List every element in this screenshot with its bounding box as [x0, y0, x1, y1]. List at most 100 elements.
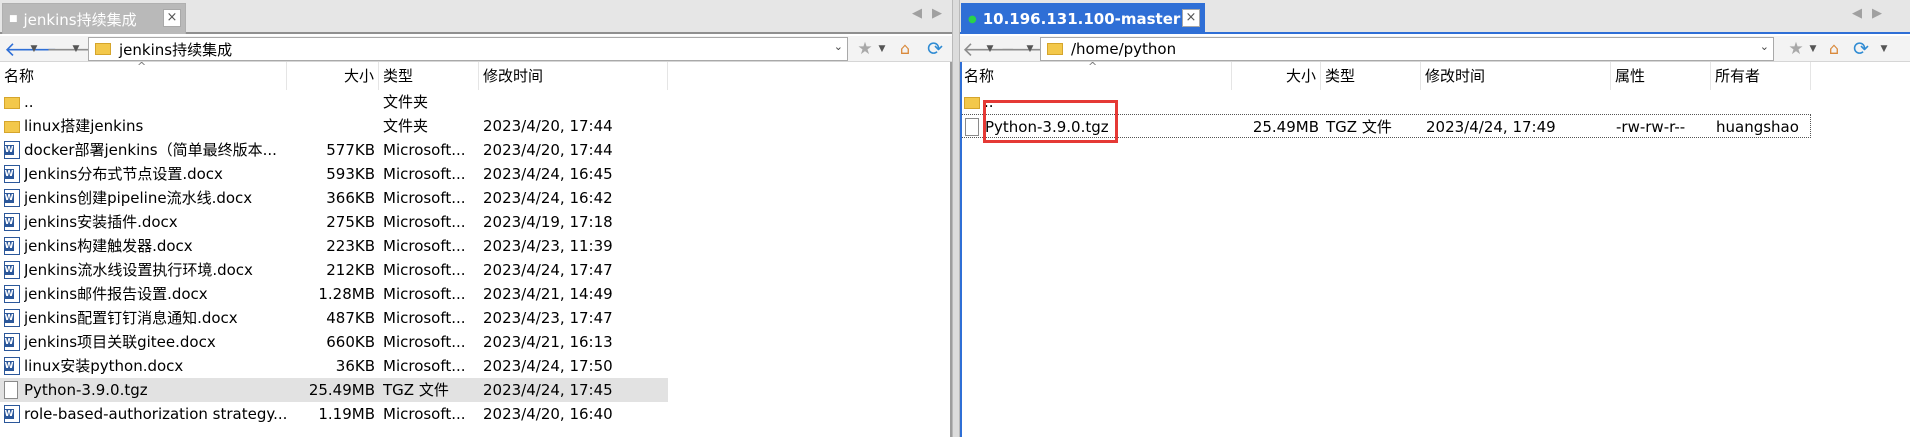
cell-mtime: 2023/4/24, 16:42	[483, 189, 613, 207]
cell-type: Microsoft...	[383, 141, 466, 159]
file-row[interactable]: jenkins构建触发器.docx 223KB Microsoft... 2023/4…	[0, 234, 668, 258]
file-row[interactable]: ..	[960, 90, 1811, 114]
star-icon[interactable]: ★	[1786, 37, 1806, 61]
file-row[interactable]: docker部署jenkins（简单最终版本... 577KB Microsoft.…	[0, 138, 668, 162]
column-header-name[interactable]: 名称	[960, 62, 1232, 90]
pane-splitter[interactable]	[952, 0, 960, 437]
close-icon[interactable]: ×	[163, 9, 181, 27]
chevron-down-icon[interactable]: ⌄	[1760, 40, 1769, 53]
cell-size: 366KB	[326, 189, 375, 207]
file-row[interactable]: linux安装python.docx 36KB Microsoft... 2023/4…	[0, 354, 668, 378]
cell-type: Microsoft...	[383, 189, 466, 207]
word-document-icon	[4, 309, 20, 327]
cell-mtime	[483, 90, 668, 114]
cell-size: 36KB	[335, 357, 375, 375]
cell-mtime: 2023/4/20, 16:40	[483, 405, 613, 423]
cell-mtime: 2023/4/23, 17:47	[483, 309, 613, 327]
cell-name: Python-3.9.0.tgz	[985, 118, 1109, 136]
back-history-dropdown-icon[interactable]: ▼	[28, 37, 40, 61]
tab-scroll-left-icon[interactable]: ◀	[912, 6, 922, 21]
cell-type: Microsoft...	[383, 261, 466, 279]
cell-name: jenkins安装插件.docx	[24, 213, 178, 231]
star-icon[interactable]: ★	[855, 37, 875, 61]
cell-size: 25.49MB	[1252, 118, 1319, 136]
file-row[interactable]: Python-3.9.0.tgz 25.49MB TGZ 文件 2023/4/24, …	[0, 378, 668, 402]
cell-size: 593KB	[326, 165, 375, 183]
file-row[interactable]: Jenkins流水线设置执行环境.docx 212KB Microsoft... 20…	[0, 258, 668, 282]
bookmark-dropdown-icon[interactable]: ▼	[876, 37, 888, 61]
refresh-icon[interactable]: ⟳	[1850, 37, 1872, 61]
connected-icon: ●	[968, 13, 977, 25]
column-header-size[interactable]: 大小	[1232, 62, 1321, 90]
file-row[interactable]: jenkins项目关联gitee.docx 660KB Microsoft... 20…	[0, 330, 668, 354]
cell-name: docker部署jenkins（简单最终版本...	[24, 141, 277, 159]
file-row[interactable]: jenkins安装插件.docx 275KB Microsoft... 2023/4/…	[0, 210, 668, 234]
cell-type: Microsoft...	[383, 333, 466, 351]
column-header-modified[interactable]: 修改时间	[479, 62, 668, 90]
word-document-icon	[4, 237, 20, 255]
cell-owner: huangshao	[1716, 118, 1799, 136]
file-row[interactable]: Jenkins分布式节点设置.docx 593KB Microsoft... 2023…	[0, 162, 668, 186]
cell-attr: -rw-rw-r--	[1616, 118, 1686, 136]
cell-type: TGZ 文件	[383, 381, 449, 399]
column-header-type[interactable]: 类型	[1321, 62, 1421, 90]
toolbar-more-dropdown-icon[interactable]: ▼	[1878, 37, 1890, 61]
column-header-size[interactable]: 大小	[287, 62, 379, 90]
tab-remote-session[interactable]: ● 10.196.131.100-master ×	[961, 3, 1205, 34]
refresh-icon[interactable]: ⟳	[924, 37, 946, 61]
file-row[interactable]: jenkins配置钉钉消息通知.docx 487KB Microsoft... 202…	[0, 306, 668, 330]
cell-type: Microsoft...	[383, 237, 466, 255]
cell-type: 文件夹	[383, 117, 429, 135]
column-header-name[interactable]: 名称	[0, 62, 287, 90]
file-row[interactable]: jenkins创建pipeline流水线.docx 366KB Microsoft.…	[0, 186, 668, 210]
bookmark-dropdown-icon[interactable]: ▼	[1807, 37, 1819, 61]
column-header-type[interactable]: 类型	[379, 62, 479, 90]
back-arrow-icon[interactable]: 🡐	[962, 37, 1016, 61]
chevron-down-icon[interactable]: ⌄	[834, 40, 843, 53]
forward-arrow-icon[interactable]: 🡒	[46, 37, 100, 61]
cell-type: 文件夹	[383, 93, 429, 111]
tab-scroll-right-icon[interactable]: ▶	[932, 6, 942, 21]
column-header-owner[interactable]: 所有者	[1711, 62, 1811, 90]
path-text: jenkins持续集成	[119, 40, 233, 59]
tab-local-folder[interactable]: ■ jenkins持续集成 ×	[2, 3, 186, 34]
word-document-icon	[4, 213, 20, 231]
word-document-icon	[4, 189, 20, 207]
back-arrow-icon[interactable]: 🡐	[4, 37, 58, 61]
cell-size	[287, 114, 375, 138]
tab-scroll-left-icon[interactable]: ◀	[1852, 6, 1862, 21]
cell-mtime: 2023/4/24, 17:49	[1426, 118, 1556, 136]
forward-history-dropdown-icon[interactable]: ▼	[70, 37, 82, 61]
path-text: /home/python	[1071, 40, 1177, 58]
square-icon: ■	[9, 14, 18, 24]
file-row[interactable]: role-based-authorization strategy... 1.19…	[0, 402, 668, 426]
cell-name: Jenkins分布式节点设置.docx	[24, 165, 223, 183]
path-combobox[interactable]: /home/python ⌄	[1040, 37, 1774, 61]
file-row[interactable]: linux搭建jenkins 文件夹 2023/4/20, 17:44	[0, 114, 668, 138]
folder-icon	[4, 121, 20, 133]
right-address-bar: 🡐 ▼ 🡒 ▼ /home/python ⌄ ★ ▼ ⌂ ⟳ ▼	[960, 36, 1910, 62]
column-header-modified[interactable]: 修改时间	[1421, 62, 1611, 90]
cell-name: jenkins构建触发器.docx	[24, 237, 193, 255]
home-icon[interactable]: ⌂	[1824, 37, 1844, 61]
folder-icon	[95, 43, 111, 55]
cell-type: Microsoft...	[383, 357, 466, 375]
cell-size: 223KB	[326, 237, 375, 255]
file-row[interactable]: jenkins邮件报告设置.docx 1.28MB Microsoft... 2023…	[0, 282, 668, 306]
home-icon[interactable]: ⌂	[895, 37, 915, 61]
word-document-icon	[4, 405, 20, 423]
left-address-bar: 🡐 ▼ 🡒 ▼ jenkins持续集成 ⌄ ★ ▼ ⌂ ⟳	[0, 36, 952, 62]
forward-history-dropdown-icon[interactable]: ▼	[1024, 37, 1036, 61]
cell-type: Microsoft...	[383, 285, 466, 303]
path-combobox[interactable]: jenkins持续集成 ⌄	[88, 37, 848, 61]
close-icon[interactable]: ×	[1182, 9, 1200, 27]
column-header-attributes[interactable]: 属性	[1611, 62, 1711, 90]
back-history-dropdown-icon[interactable]: ▼	[984, 37, 996, 61]
cell-size: 1.28MB	[318, 285, 375, 303]
tab-scroll-right-icon[interactable]: ▶	[1872, 6, 1882, 21]
forward-arrow-icon[interactable]: 🡒	[1000, 37, 1054, 61]
cell-size: 212KB	[326, 261, 375, 279]
file-row[interactable]: Python-3.9.0.tgz 25.49MB TGZ 文件 2023/4/24, …	[960, 114, 1811, 138]
right-tabstrip: ● 10.196.131.100-master × ◀ ▶	[960, 0, 1910, 34]
file-row[interactable]: .. 文件夹	[0, 90, 668, 114]
